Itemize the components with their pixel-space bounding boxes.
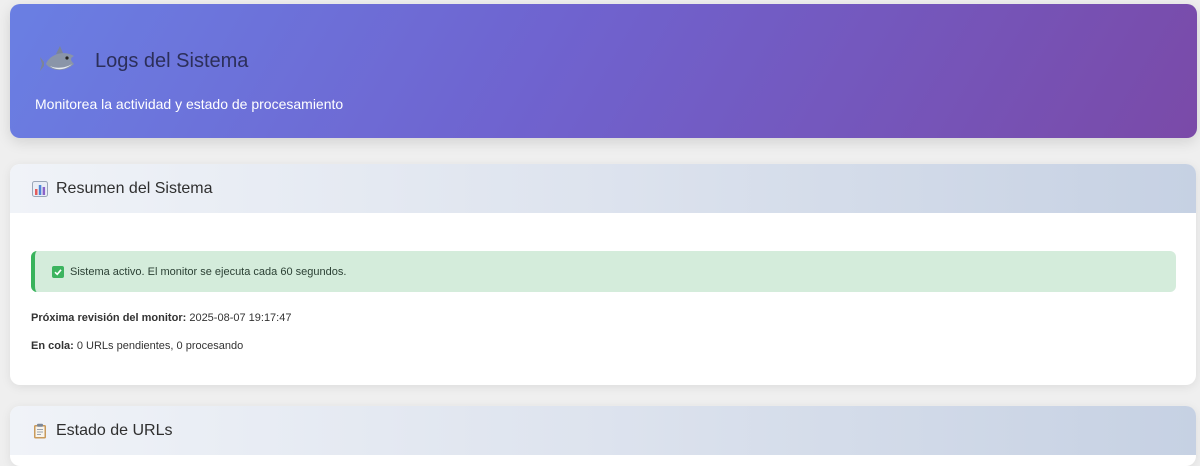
next-check-value: 2025-08-07 19:17:47 [189,312,292,324]
queue-value: 0 URLs pendientes, 0 procesando [76,340,244,352]
page-title: Logs del Sistema [95,50,249,72]
check-box-icon [52,265,64,278]
status-alert: Sistema activo. El monitor se ejecuta ca… [31,251,1176,292]
queue-line: En cola: 0 URLs pendientes, 0 procesando [31,340,243,352]
system-summary-header: Resumen del Sistema [10,164,1196,213]
queue-label: En cola: [31,340,74,352]
url-status-title: Estado de URLs [56,421,173,439]
next-check-line: Próxima revisión del monitor: 2025-08-07… [31,312,291,324]
url-status-card: Estado de URLs [10,406,1196,466]
bar-chart-icon [32,180,48,197]
page-header: Logs del Sistema Monitorea la actividad … [10,4,1197,138]
status-text: Sistema activo. El monitor se ejecuta ca… [70,265,347,278]
system-summary-title: Resumen del Sistema [56,179,213,197]
shark-icon [40,42,80,82]
next-check-label: Próxima revisión del monitor: [31,312,187,324]
page-subtitle: Monitorea la actividad y estado de proce… [35,96,344,112]
clipboard-icon [32,423,48,439]
system-summary-card: Resumen del Sistema Sistema activo. El m… [10,164,1196,385]
url-status-header: Estado de URLs [10,406,1196,455]
